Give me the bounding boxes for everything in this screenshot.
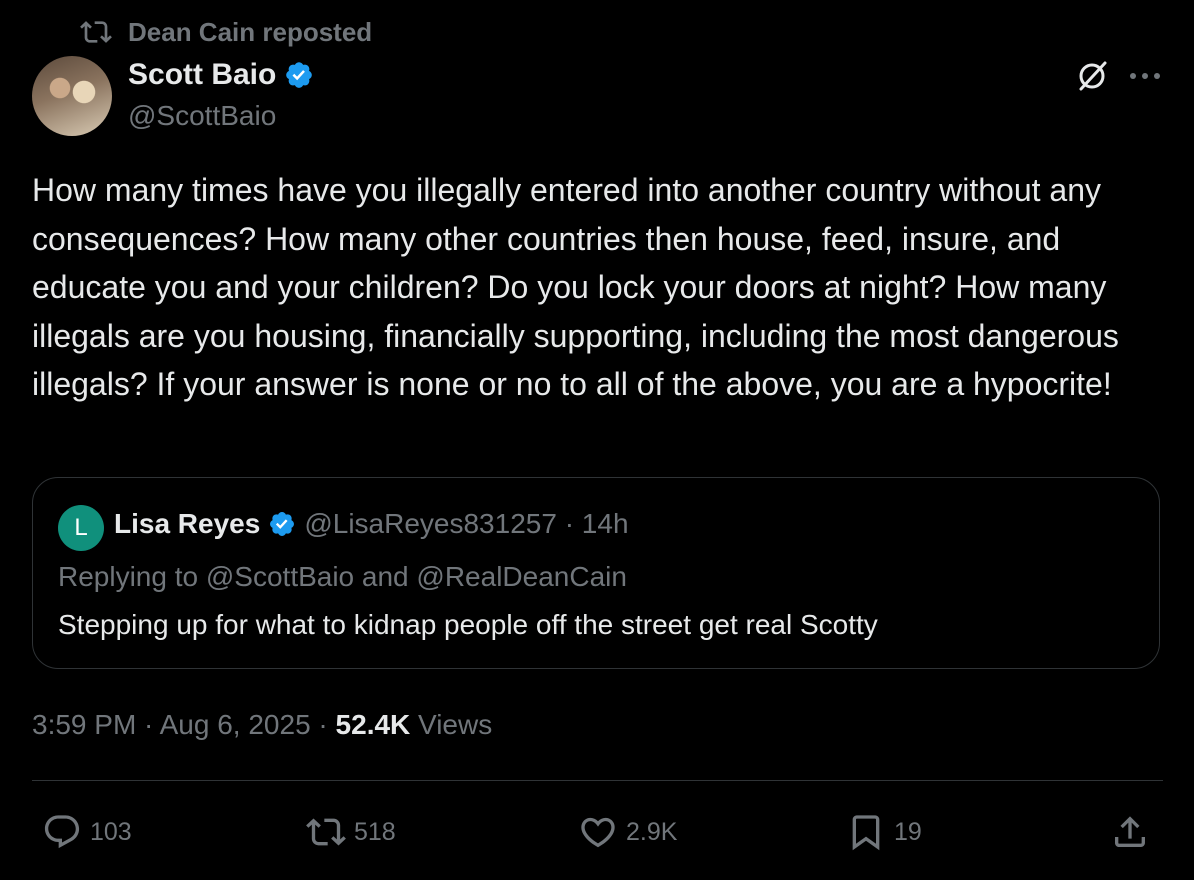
quote-replying-to: Replying to @ScottBaio and @RealDeanCain [58,561,627,592]
divider [32,780,1163,781]
quote-header: Lisa Reyes @LisaReyes831257 · 14h [114,508,629,540]
repost-count: 518 [354,817,396,846]
meta-separator: · [310,709,336,740]
quote-text: Stepping up for what to kidnap people of… [58,609,878,640]
meta-separator: · [136,709,160,740]
repost-icon [306,818,346,846]
repost-indicator[interactable]: Dean Cain reposted [80,16,372,48]
tweet-time[interactable]: 3:59 PM [32,709,136,740]
views-count: 52.4K [335,709,411,740]
author-handle[interactable]: @ScottBaio [128,100,276,132]
bookmark-count: 19 [894,817,922,846]
bookmark-icon [852,815,880,851]
grok-icon[interactable] [1074,58,1110,94]
more-options-icon[interactable] [1128,66,1162,86]
repost-icon [80,21,112,43]
tweet-text: How many times have you illegally entere… [32,172,1119,402]
reply-button[interactable]: 103 [42,810,132,854]
verified-badge-icon [270,512,295,536]
share-button[interactable] [1110,810,1150,854]
reply-icon [44,815,80,849]
bookmark-button[interactable]: 19 [846,810,922,854]
author-name-row[interactable]: Scott Baio [128,58,314,92]
share-icon [1115,816,1145,847]
verified-badge-icon [286,62,313,88]
quote-author-name: Lisa Reyes [114,508,261,539]
like-button[interactable]: 2.9K [578,810,677,854]
tweet-meta: 3:59 PM · Aug 6, 2025 · 52.4K Views [32,709,492,741]
repost-button[interactable]: 518 [306,810,396,854]
quote-handle-time: @LisaReyes831257 · 14h [304,508,629,539]
heart-icon [581,817,615,848]
quote-avatar[interactable]: L [58,505,104,551]
views-label: Views [410,709,493,740]
repost-label: Dean Cain reposted [128,16,373,47]
tweet-date[interactable]: Aug 6, 2025 [160,709,311,740]
like-count: 2.9K [626,817,678,846]
reply-count: 103 [90,817,132,846]
author-name: Scott Baio [128,58,277,91]
avatar[interactable] [32,56,112,136]
